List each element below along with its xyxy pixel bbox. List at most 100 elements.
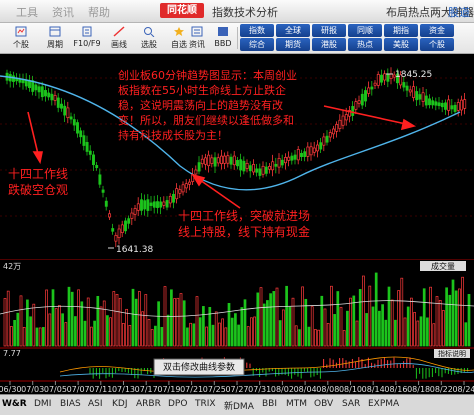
candle-body: [178, 189, 182, 194]
tonghuashun-button[interactable]: 同顺: [348, 24, 382, 37]
tab-trix[interactable]: TRIX: [195, 399, 216, 409]
chart-area[interactable]: 1845.25 1641.38 创业板60分钟趋势图显示：本周创业 板指数在55…: [0, 54, 474, 394]
tab-obv[interactable]: OBV: [314, 399, 333, 409]
indicator-panel: 7.77 指标说明 双击修改曲线参数: [0, 349, 474, 382]
candle-body: [376, 74, 380, 86]
hk-stocks-button[interactable]: 港股: [312, 38, 346, 51]
candle-body: [242, 160, 246, 172]
high-price-label: 1845.25: [395, 70, 432, 80]
candle-body: [92, 154, 95, 166]
tab-mtm[interactable]: MTM: [286, 399, 307, 409]
stock-button[interactable]: 个股: [6, 24, 36, 52]
volume-bar: [352, 295, 356, 347]
tab-expma[interactable]: EXPMA: [368, 399, 399, 409]
annotation-main-line: 持有科技成长股为主！: [118, 128, 228, 142]
candle-body: [207, 154, 211, 167]
bbd-button[interactable]: BBD: [208, 24, 238, 52]
candle-body: [188, 181, 191, 185]
volume-bar: [45, 289, 48, 347]
candle-body: [351, 106, 355, 116]
annotations: 创业板60分钟趋势图显示：本周创业 板指数在55小时生命线上方止跌企 稳，这说明…: [8, 68, 417, 239]
volume-bar: [275, 287, 279, 347]
f10-button[interactable]: F10/F9: [72, 24, 102, 52]
menu-news[interactable]: 资讯: [52, 4, 74, 20]
bbd-button-label: BBD: [214, 39, 232, 48]
capital-button[interactable]: 资金: [420, 24, 454, 37]
us-stocks-button[interactable]: 美股: [384, 38, 418, 51]
stock-pick-button[interactable]: 选股: [134, 24, 164, 52]
volume-bar: [294, 325, 298, 347]
arrow-left: [27, 111, 39, 155]
candle-body: [300, 153, 303, 157]
composite-button[interactable]: 综合: [240, 38, 274, 51]
volume-bar: [106, 315, 109, 347]
bbd-icon: [218, 27, 228, 36]
candle-body: [98, 174, 102, 185]
volume-bar: [256, 292, 260, 347]
index-button[interactable]: 指数: [240, 24, 274, 37]
candle-body: [108, 213, 111, 218]
index-futures-button[interactable]: 期指: [384, 24, 418, 37]
menu-help[interactable]: 帮助: [88, 4, 110, 20]
candle-body: [255, 168, 259, 173]
date-label: 08/04: [294, 385, 317, 394]
indicator-help-label: 指标说明: [438, 349, 466, 358]
annotation-left-line: 十四工作线: [8, 167, 68, 181]
menu-tools[interactable]: 工具: [16, 4, 38, 20]
volume-bar: [454, 290, 458, 347]
candle-body: [408, 89, 412, 93]
tab-dpo[interactable]: DPO: [168, 399, 187, 409]
volume-bar: [32, 303, 36, 347]
arrow-middle-head: [191, 173, 206, 187]
research-button[interactable]: 研报: [312, 24, 346, 37]
tab-new-dma[interactable]: 新DMA: [224, 399, 254, 412]
volume-bar: [288, 306, 292, 347]
volume-bar: [426, 317, 429, 347]
candle-body: [383, 73, 387, 81]
candle-body: [428, 98, 431, 106]
volume-bar: [304, 298, 308, 347]
tab-arbr[interactable]: ARBR: [136, 399, 161, 409]
global-button[interactable]: 全球: [276, 24, 310, 37]
volume-bar: [3, 298, 7, 347]
candle-body: [101, 189, 105, 193]
volume-bar: [186, 327, 189, 347]
individual-stock-button[interactable]: 个股: [420, 38, 454, 51]
tab-bias[interactable]: BIAS: [60, 399, 81, 409]
volume-bar: [326, 323, 330, 347]
promo-link[interactable]: 股道: [448, 4, 470, 20]
app-logo: 同花顺: [160, 3, 204, 18]
draw-line-button[interactable]: 画线: [104, 24, 134, 52]
volume-bar: [99, 306, 103, 347]
volume-bar: [70, 291, 74, 347]
candle-body: [197, 162, 201, 172]
volume-bar: [400, 277, 404, 347]
period-button[interactable]: 周期: [40, 24, 70, 52]
tab-bbi[interactable]: BBI: [262, 399, 277, 409]
volume-bar: [22, 327, 26, 347]
candle-body: [415, 91, 419, 101]
volume-bar: [205, 326, 208, 347]
tab-asi[interactable]: ASI: [88, 399, 103, 409]
volume-bar: [166, 314, 170, 347]
candle-body: [95, 165, 99, 169]
volume-bar: [342, 330, 346, 347]
volume-bar: [291, 297, 295, 347]
stock-icon: [15, 26, 27, 37]
volume-bar: [80, 301, 84, 347]
tab-wr[interactable]: W&R: [2, 399, 27, 409]
arrow-right: [323, 105, 407, 125]
tab-kdj[interactable]: KDJ: [112, 399, 128, 409]
candle-body: [440, 102, 444, 108]
date-label: 07/03: [21, 385, 44, 394]
candle-body: [325, 135, 329, 143]
candle-body: [319, 142, 323, 150]
volume-panel: 42万 成交量: [0, 260, 474, 349]
tab-sar[interactable]: SAR: [342, 399, 360, 409]
futures-button[interactable]: 期货: [276, 38, 310, 51]
hotspot-button[interactable]: 热点: [348, 38, 382, 51]
date-label: 07/17: [135, 385, 158, 394]
candle-body: [287, 156, 291, 161]
volume-bar: [182, 300, 186, 347]
tab-dmi[interactable]: DMI: [34, 399, 51, 409]
